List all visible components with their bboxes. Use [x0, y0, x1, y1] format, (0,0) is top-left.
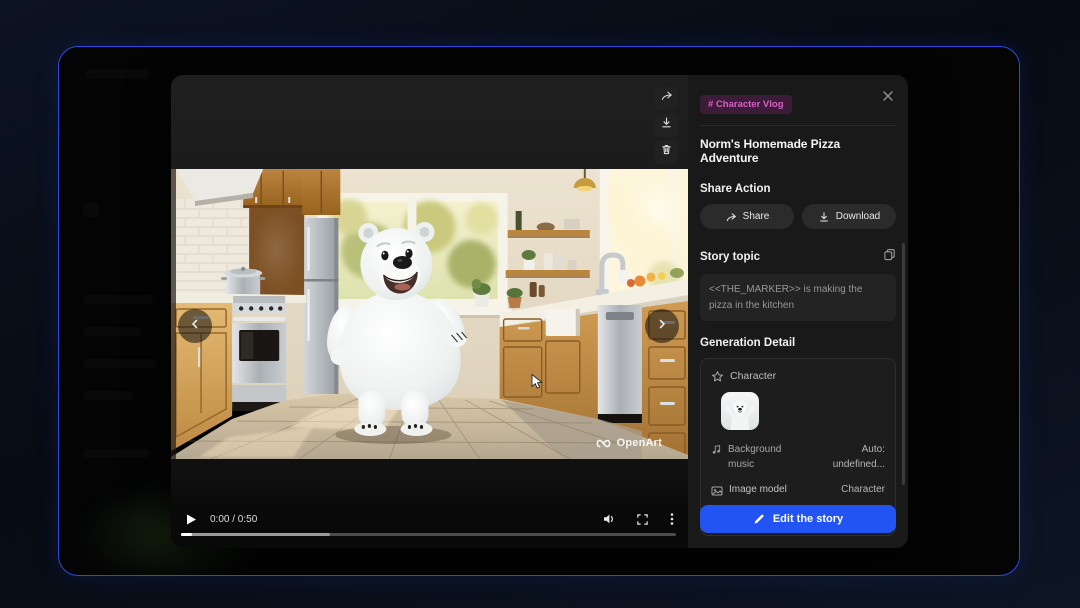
detail-label-text: Background music [728, 442, 793, 472]
category-badge: # Character Vlog [700, 95, 792, 114]
detail-row-image-model: Image model Character [711, 484, 885, 497]
download-video-button[interactable] [654, 113, 678, 137]
pot [221, 267, 265, 297]
edit-story-label: Edit the story [773, 513, 843, 525]
refrigerator [304, 218, 338, 394]
share-action-buttons: Share Download [700, 204, 896, 229]
detail-value-text: Auto: undefined... [823, 442, 885, 472]
app-window: OpenArt [58, 46, 1020, 576]
progress-bar[interactable] [181, 533, 676, 536]
share-video-button[interactable] [654, 86, 678, 110]
progress-played [181, 533, 192, 536]
fullscreen-button[interactable] [636, 513, 649, 526]
video-actions [654, 86, 678, 164]
watermark-text: OpenArt [617, 437, 662, 449]
dimmed-sidebar-item [83, 391, 133, 400]
pencil-icon [753, 513, 765, 525]
detail-row-background-music: Background music Auto: undefined... [711, 442, 885, 472]
copy-topic-button[interactable] [883, 248, 896, 266]
share-button-label: Share [743, 211, 770, 222]
time-display: 0:00 / 0:50 [210, 514, 257, 525]
more-options-button[interactable] [669, 512, 675, 526]
cursor-pointer-icon [531, 374, 545, 395]
stove [232, 296, 286, 411]
close-modal-button[interactable] [881, 91, 895, 105]
delete-video-button[interactable] [654, 140, 678, 164]
video-result-modal: OpenArt [171, 75, 908, 548]
close-icon [882, 89, 894, 107]
star-icon [711, 370, 724, 383]
copy-icon [883, 248, 896, 266]
generation-detail-heading: Generation Detail [700, 337, 896, 349]
next-video-button[interactable] [645, 309, 679, 343]
trash-icon [660, 143, 673, 161]
download-icon [818, 211, 830, 223]
download-button-label: Download [836, 211, 880, 222]
share-button[interactable]: Share [700, 204, 794, 229]
panel-scrollbar[interactable] [902, 243, 905, 485]
detail-value-text: Character [841, 484, 885, 495]
progress-buffered [181, 533, 330, 536]
video-player[interactable]: OpenArt [171, 75, 688, 548]
dimmed-sidebar-item [85, 69, 149, 79]
dimmed-sidebar-item [83, 203, 99, 217]
dishwasher [598, 305, 642, 423]
chevron-right-icon [656, 317, 668, 335]
music-note-icon [711, 443, 722, 455]
story-topic-text: <<THE_MARKER>> is making the pizza in th… [700, 274, 896, 321]
dimmed-sidebar-item [83, 295, 153, 304]
chevron-left-icon [189, 317, 201, 335]
screen: OpenArt [0, 0, 1080, 608]
play-button[interactable] [185, 513, 197, 526]
kitchen-scene [171, 169, 688, 459]
image-model-icon [711, 485, 723, 497]
download-button[interactable]: Download [802, 204, 896, 229]
share-icon [660, 89, 673, 107]
video-frame[interactable]: OpenArt [171, 169, 688, 459]
share-action-heading: Share Action [700, 183, 896, 195]
story-title: Norm's Homemade Pizza Adventure [700, 137, 896, 165]
download-icon [660, 116, 673, 134]
character-label: Character [730, 370, 776, 382]
dimmed-sidebar-item [83, 449, 149, 458]
story-topic-heading: Story topic [700, 251, 760, 263]
share-icon [725, 211, 737, 223]
edit-story-button[interactable]: Edit the story [700, 505, 896, 533]
details-panel: # Character Vlog Norm's Homemade Pizza A… [688, 75, 908, 548]
player-controls: 0:00 / 0:50 [171, 476, 688, 548]
openart-watermark: OpenArt [595, 437, 662, 449]
dimmed-sidebar-item [83, 327, 141, 336]
dimmed-sidebar-item [83, 359, 157, 368]
previous-video-button[interactable] [178, 309, 212, 343]
infinity-logo-icon [595, 438, 612, 449]
character-thumbnail[interactable] [721, 392, 759, 430]
detail-label-text: Image model [729, 484, 787, 495]
divider [700, 125, 896, 126]
volume-button[interactable] [602, 512, 616, 526]
